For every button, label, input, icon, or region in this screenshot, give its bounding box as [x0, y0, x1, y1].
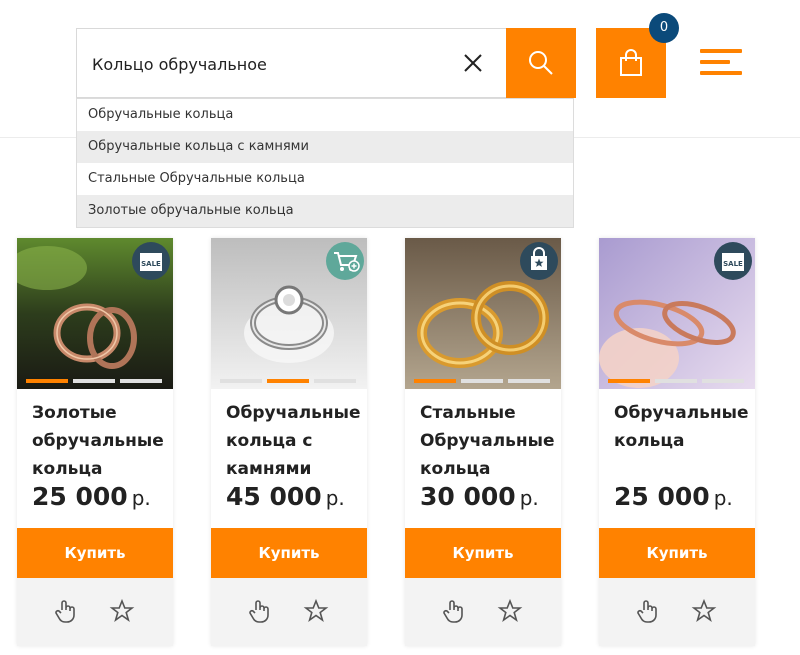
star-icon[interactable]: [303, 598, 329, 624]
star-icon[interactable]: [497, 598, 523, 624]
hamburger-icon-bar: [700, 49, 742, 53]
image-slider-dots: [26, 379, 166, 383]
suggestion-item[interactable]: Обручальные кольца с камнями: [77, 131, 573, 163]
image-slider-dots: [220, 379, 360, 383]
shopping-bag-icon: [620, 49, 642, 76]
badge-sale-text: SALE: [723, 260, 743, 268]
close-icon: [464, 54, 482, 72]
slider-dot[interactable]: [267, 379, 309, 383]
slider-dot[interactable]: [314, 379, 356, 383]
slider-dot[interactable]: [120, 379, 162, 383]
card-footer: [17, 578, 173, 646]
price-value: 30 000: [420, 482, 516, 511]
slider-dot[interactable]: [608, 379, 650, 383]
touch-icon[interactable]: [635, 598, 661, 624]
product-price: 25 000 р.: [32, 482, 151, 511]
buy-button[interactable]: Купить: [405, 528, 561, 578]
touch-icon[interactable]: [247, 598, 273, 624]
page: 0: [0, 0, 800, 655]
product-title[interactable]: Золотые обручальные кольца: [32, 399, 170, 483]
image-slider-dots: [608, 379, 748, 383]
product-card: Обручальные кольца с камнями 45 000 р. Ку…: [211, 238, 367, 646]
slider-dot[interactable]: [461, 379, 503, 383]
search-suggestions-dropdown: Обручальные кольца Обручальные кольца с …: [76, 98, 574, 228]
suggestion-item[interactable]: Стальные Обручальные кольца: [77, 163, 573, 195]
star-icon[interactable]: [109, 598, 135, 624]
slider-dot[interactable]: [73, 379, 115, 383]
sale-icon: SALE: [132, 242, 170, 280]
product-title[interactable]: Обручальные кольца с камнями: [226, 399, 364, 483]
slider-dot[interactable]: [508, 379, 550, 383]
product-image[interactable]: SALE: [599, 238, 755, 389]
product-price: 30 000 р.: [420, 482, 539, 511]
suggestion-item[interactable]: Обручальные кольца: [77, 99, 573, 131]
card-footer: [211, 578, 367, 646]
product-image[interactable]: [405, 238, 561, 389]
product-card: SALE Золотые обручальные кольца 25 000 р.…: [17, 238, 173, 646]
hamburger-icon-bar: [700, 60, 730, 64]
suggestion-item[interactable]: Золотые обручальные кольца: [77, 195, 573, 227]
menu-button[interactable]: [700, 49, 742, 77]
cart-plus-icon: [326, 242, 364, 280]
star-bag-icon: [520, 242, 558, 280]
cart-count-badge: 0: [649, 13, 679, 43]
price-currency: р.: [519, 486, 539, 510]
slider-dot[interactable]: [220, 379, 262, 383]
buy-button[interactable]: Купить: [211, 528, 367, 578]
product-image[interactable]: SALE: [17, 238, 173, 389]
product-card: Стальные Обручальные кольца 30 000 р. Куп…: [405, 238, 561, 646]
price-value: 25 000: [32, 482, 128, 511]
clear-search-button[interactable]: [461, 51, 485, 75]
product-title[interactable]: Стальные Обручальные кольца: [420, 399, 558, 483]
card-footer: [405, 578, 561, 646]
search-icon: [529, 51, 553, 75]
product-price: 45 000 р.: [226, 482, 345, 511]
search-button[interactable]: [506, 28, 576, 98]
price-currency: р.: [713, 486, 733, 510]
buy-button[interactable]: Купить: [17, 528, 173, 578]
hamburger-icon-bar: [700, 71, 742, 75]
product-card: SALE Обручальные кольца 25 000 р. Купить: [599, 238, 755, 646]
price-value: 45 000: [226, 482, 322, 511]
image-slider-dots: [414, 379, 554, 383]
touch-icon[interactable]: [53, 598, 79, 624]
product-image[interactable]: [211, 238, 367, 389]
slider-dot[interactable]: [414, 379, 456, 383]
product-price: 25 000 р.: [614, 482, 733, 511]
search-box: [76, 28, 507, 98]
sale-icon: SALE: [714, 242, 752, 280]
slider-dot[interactable]: [26, 379, 68, 383]
product-title[interactable]: Обручальные кольца: [614, 399, 752, 455]
price-currency: р.: [325, 486, 345, 510]
card-footer: [599, 578, 755, 646]
badge-sale-text: SALE: [141, 260, 161, 268]
star-icon[interactable]: [691, 598, 717, 624]
price-value: 25 000: [614, 482, 710, 511]
touch-icon[interactable]: [441, 598, 467, 624]
slider-dot[interactable]: [655, 379, 697, 383]
slider-dot[interactable]: [702, 379, 744, 383]
search-input[interactable]: [92, 51, 452, 77]
price-currency: р.: [131, 486, 151, 510]
buy-button[interactable]: Купить: [599, 528, 755, 578]
